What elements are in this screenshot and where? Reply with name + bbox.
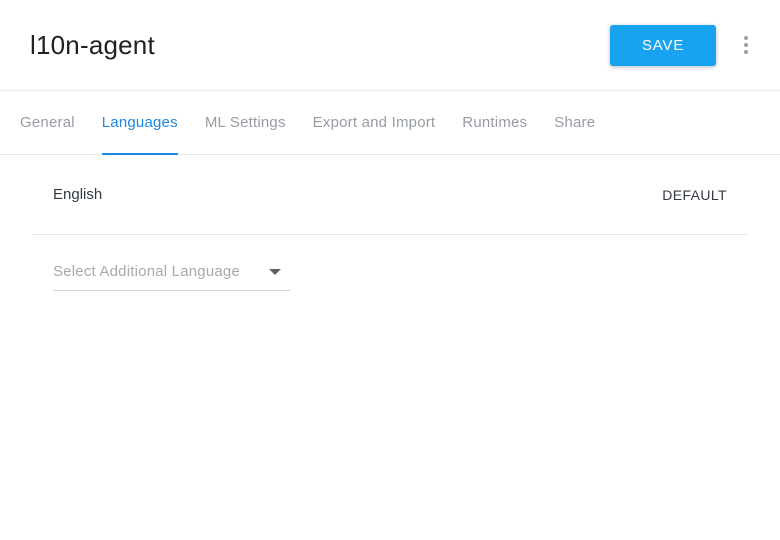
tab-export-and-import[interactable]: Export and Import: [313, 91, 436, 154]
app-header: l10n-agent SAVE: [0, 0, 780, 91]
kebab-menu-icon[interactable]: [736, 25, 756, 65]
default-language-badge: DEFAULT: [662, 186, 727, 203]
additional-language-placeholder: Select Additional Language: [53, 263, 241, 280]
languages-panel: English DEFAULT Select Additional Langua…: [0, 155, 780, 291]
language-name: English: [53, 186, 103, 203]
kebab-dot: [744, 36, 748, 40]
caret-down-icon[interactable]: [269, 268, 281, 275]
active-tab-underline: [101, 153, 178, 155]
kebab-dot: [744, 50, 748, 54]
tab-share[interactable]: Share: [554, 91, 595, 154]
default-language-row: English DEFAULT: [33, 155, 747, 235]
tab-general[interactable]: General: [20, 91, 75, 154]
tab-languages-label: Languages: [101, 114, 178, 131]
kebab-dot: [744, 43, 748, 47]
additional-language-select[interactable]: Select Additional Language: [53, 253, 290, 291]
tab-languages[interactable]: Languages: [101, 91, 178, 155]
settings-tab-bar: General Languages ML Settings Export and…: [0, 91, 780, 155]
agent-title: l10n-agent: [30, 29, 155, 60]
tab-runtimes[interactable]: Runtimes: [462, 91, 527, 154]
save-button[interactable]: SAVE: [610, 24, 716, 66]
tab-ml-settings[interactable]: ML Settings: [205, 91, 286, 154]
